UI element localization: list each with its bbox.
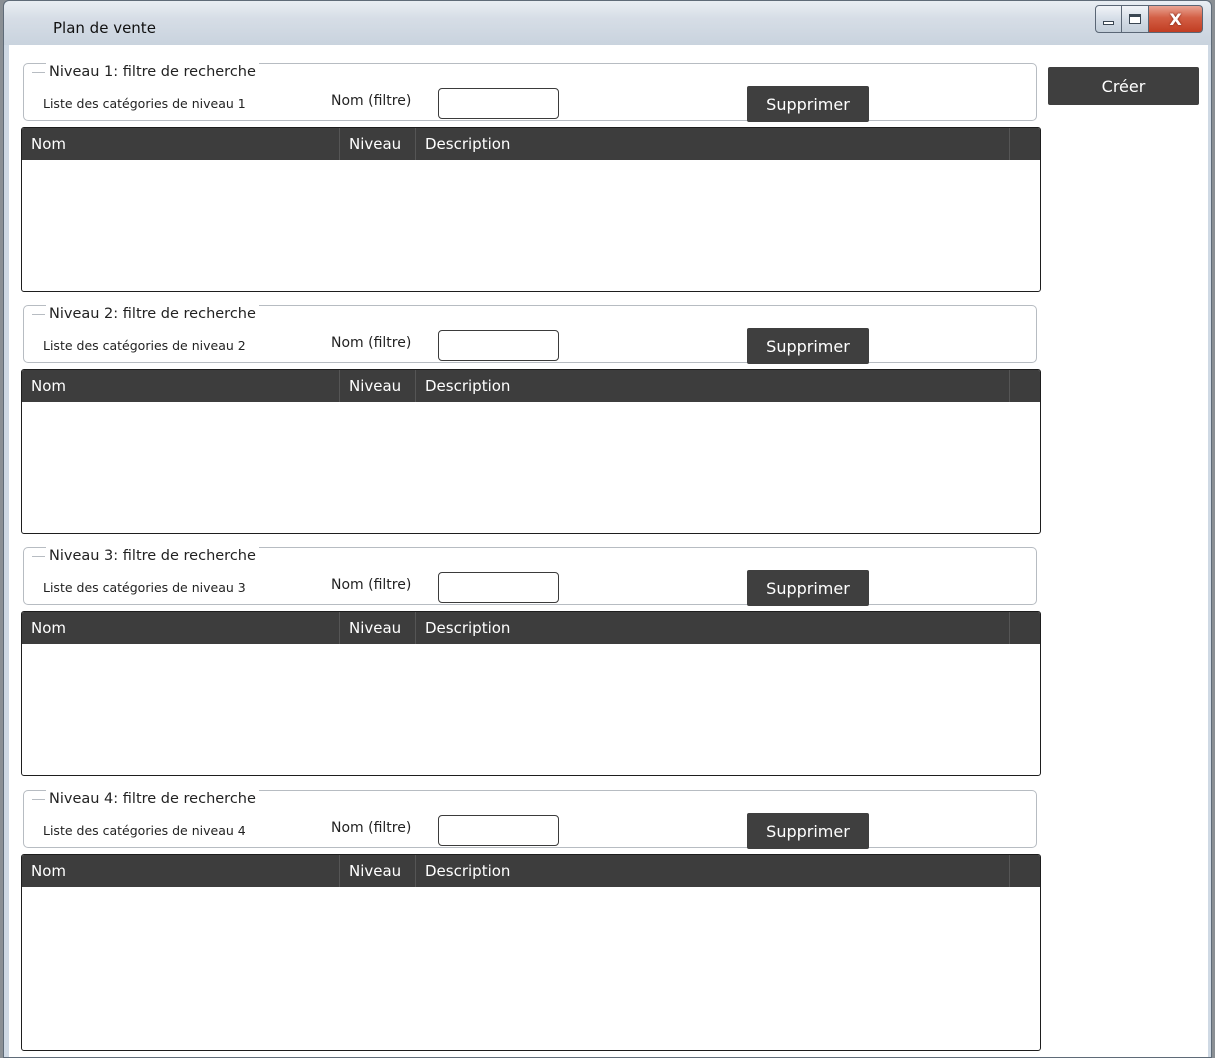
level-4-filter-input[interactable]: [438, 815, 559, 846]
level-1-grid[interactable]: Nom Niveau Description: [21, 127, 1041, 292]
close-button[interactable]: X: [1149, 5, 1203, 33]
level-3-delete-button[interactable]: Supprimer: [747, 570, 869, 606]
main-window: Plan de vente X Créer Niveau 1: filtre d…: [3, 0, 1212, 1058]
close-icon: X: [1169, 9, 1182, 29]
minimize-button[interactable]: [1095, 5, 1122, 33]
column-header-nom[interactable]: Nom: [22, 128, 340, 160]
column-header-niveau[interactable]: Niveau: [340, 128, 416, 160]
level-3-grid-body[interactable]: [22, 644, 1040, 775]
column-header-description[interactable]: Description: [416, 128, 1010, 160]
column-header-niveau[interactable]: Niveau: [340, 612, 416, 644]
level-1-list-label: Liste des catégories de niveau 1: [43, 96, 246, 111]
column-header-filler: [1010, 370, 1040, 402]
window-controls: X: [1095, 5, 1203, 35]
level-4-grid-body[interactable]: [22, 887, 1040, 1018]
level-3-filter-input[interactable]: [438, 572, 559, 603]
level-2-grid-body[interactable]: [22, 402, 1040, 533]
column-header-description[interactable]: Description: [416, 370, 1010, 402]
level-2-filter-label: Nom (filtre): [331, 335, 412, 351]
level-1-grid-header: Nom Niveau Description: [22, 128, 1040, 160]
column-header-niveau[interactable]: Niveau: [340, 855, 416, 887]
level-4-filter-label: Nom (filtre): [331, 820, 412, 836]
level-1-filter-input[interactable]: [438, 88, 559, 119]
level-2-filter-input[interactable]: [438, 330, 559, 361]
window-title: Plan de vente: [53, 19, 156, 37]
level-3-filter-label: Nom (filtre): [331, 577, 412, 593]
minimize-icon: [1103, 21, 1114, 25]
level-2-legend: Niveau 2: filtre de recherche: [32, 305, 259, 323]
level-3-grid-header: Nom Niveau Description: [22, 612, 1040, 644]
level-2-list-label: Liste des catégories de niveau 2: [43, 338, 246, 353]
column-header-nom[interactable]: Nom: [22, 855, 340, 887]
level-3-list-label: Liste des catégories de niveau 3: [43, 580, 246, 595]
maximize-icon: [1129, 14, 1141, 24]
level-1-legend: Niveau 1: filtre de recherche: [32, 63, 259, 81]
create-button[interactable]: Créer: [1048, 67, 1199, 105]
column-header-nom[interactable]: Nom: [22, 612, 340, 644]
level-3-legend: Niveau 3: filtre de recherche: [32, 547, 259, 565]
column-header-description[interactable]: Description: [416, 612, 1010, 644]
level-4-legend: Niveau 4: filtre de recherche: [32, 790, 259, 808]
window-content: Créer Niveau 1: filtre de recherche List…: [9, 45, 1208, 1057]
level-3-grid[interactable]: Nom Niveau Description: [21, 611, 1041, 776]
level-4-grid[interactable]: Nom Niveau Description: [21, 854, 1041, 1051]
column-header-description[interactable]: Description: [416, 855, 1010, 887]
column-header-nom[interactable]: Nom: [22, 370, 340, 402]
level-4-delete-button[interactable]: Supprimer: [747, 813, 869, 849]
level-4-list-label: Liste des catégories de niveau 4: [43, 823, 246, 838]
level-2-delete-button[interactable]: Supprimer: [747, 328, 869, 364]
column-header-filler: [1010, 128, 1040, 160]
level-1-filter-label: Nom (filtre): [331, 93, 412, 109]
level-1-delete-button[interactable]: Supprimer: [747, 86, 869, 122]
maximize-button[interactable]: [1122, 5, 1149, 33]
title-bar[interactable]: Plan de vente X: [4, 1, 1211, 45]
level-2-grid[interactable]: Nom Niveau Description: [21, 369, 1041, 534]
level-2-grid-header: Nom Niveau Description: [22, 370, 1040, 402]
column-header-filler: [1010, 855, 1040, 887]
level-1-grid-body[interactable]: [22, 160, 1040, 291]
level-4-grid-header: Nom Niveau Description: [22, 855, 1040, 887]
column-header-filler: [1010, 612, 1040, 644]
column-header-niveau[interactable]: Niveau: [340, 370, 416, 402]
